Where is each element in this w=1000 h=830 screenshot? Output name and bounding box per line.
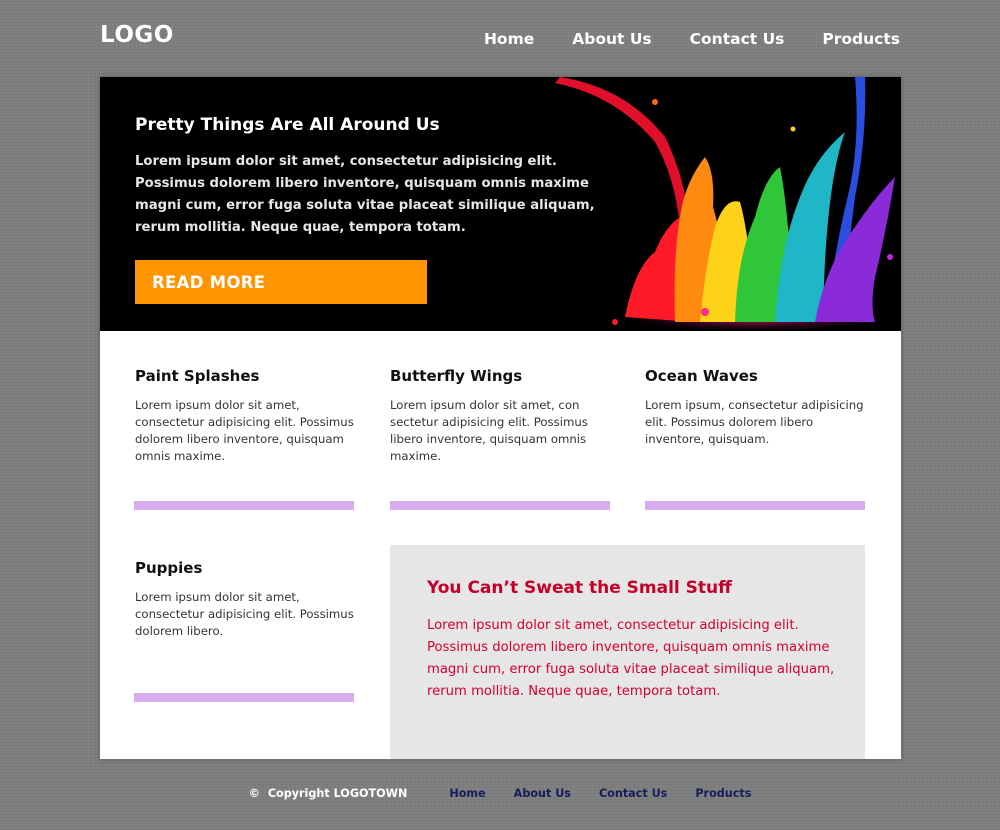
card-title: Ocean Waves <box>645 367 758 385</box>
hero-text: Lorem ipsum dolor sit amet, consectetur … <box>135 154 595 235</box>
main-panel: Pretty Things Are All Around Us Lorem ip… <box>100 77 901 759</box>
card-divider <box>134 501 354 510</box>
logo[interactable]: LOGO <box>100 22 174 48</box>
card-butterfly-wings: Butterfly Wings Lorem ipsum dolor sit am… <box>390 367 610 465</box>
hero-banner: Pretty Things Are All Around Us Lorem ip… <box>100 77 901 331</box>
card-puppies: Puppies Lorem ipsum dolor sit amet, cons… <box>135 559 355 640</box>
nav-contact-us[interactable]: Contact Us <box>690 30 785 48</box>
copyright: © Copyright LOGOTOWN <box>249 787 408 800</box>
card-text: Lorem ipsum dolor sit amet, consectetur … <box>135 590 354 638</box>
hero-title: Pretty Things Are All Around Us <box>135 115 440 135</box>
top-nav: Home About Us Contact Us Products <box>446 30 900 48</box>
nav-products[interactable]: Products <box>822 30 900 48</box>
footer-link-contact-us[interactable]: Contact Us <box>599 787 667 800</box>
copyright-icon: © <box>248 787 260 800</box>
card-paint-splashes: Paint Splashes Lorem ipsum dolor sit ame… <box>135 367 355 465</box>
read-more-button[interactable]: READ MORE <box>135 260 427 304</box>
card-title: Butterfly Wings <box>390 367 523 385</box>
card-text: Lorem ipsum, consectetur adipisicing eli… <box>645 398 864 446</box>
quote-text: Lorem ipsum dolor sit amet, consectetur … <box>427 618 835 699</box>
footer: © Copyright LOGOTOWN Home About Us Contac… <box>0 787 1000 800</box>
quote-title: You Can’t Sweat the Small Stuff <box>427 578 732 598</box>
footer-link-home[interactable]: Home <box>449 787 485 800</box>
footer-link-products[interactable]: Products <box>695 787 751 800</box>
paint-splash-image <box>555 77 895 331</box>
card-text: Lorem ipsum dolor sit amet, con sectetur… <box>390 398 588 463</box>
quote-box: You Can’t Sweat the Small Stuff Lorem ip… <box>390 545 865 759</box>
card-text: Lorem ipsum dolor sit amet, consectetur … <box>135 398 354 463</box>
card-divider <box>390 501 610 510</box>
card-ocean-waves: Ocean Waves Lorem ipsum, consectetur adi… <box>645 367 865 448</box>
copyright-text: Copyright LOGOTOWN <box>267 787 408 800</box>
nav-home[interactable]: Home <box>484 30 534 48</box>
card-title: Paint Splashes <box>135 367 260 385</box>
footer-link-about-us[interactable]: About Us <box>514 787 571 800</box>
card-divider <box>134 693 354 702</box>
card-title: Puppies <box>135 559 203 577</box>
card-divider <box>645 501 865 510</box>
nav-about-us[interactable]: About Us <box>572 30 651 48</box>
